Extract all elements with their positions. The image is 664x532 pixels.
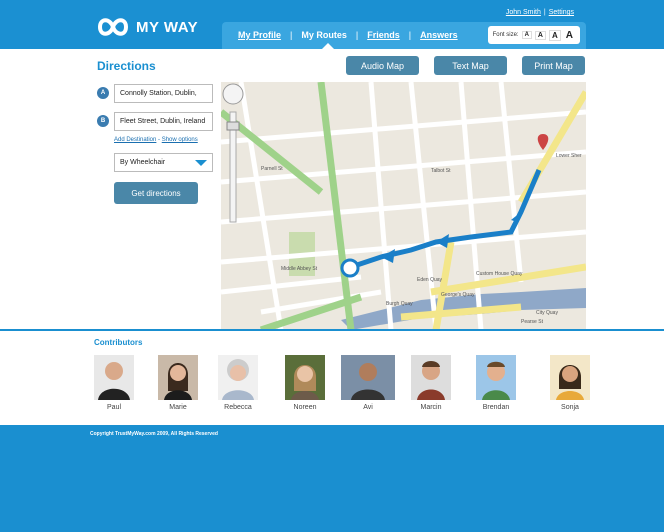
audio-map-button[interactable]: Audio Map — [346, 56, 419, 75]
contributor-card[interactable]: Noreen — [275, 355, 335, 411]
start-pin-icon — [537, 134, 549, 150]
contributor-name: Brendan — [482, 404, 510, 411]
main-nav: My Profile | My Routes | Friends | Answe… — [222, 22, 586, 49]
contributor-name: Avi — [363, 404, 373, 411]
avatar — [94, 355, 134, 400]
map-canvas: Custom House Quay Eden Quay George's Qua… — [221, 82, 586, 330]
add-destination-link[interactable]: Add Destination — [114, 137, 156, 143]
copyright-text: Copyright TrustMyWay.com 2009, All Right… — [90, 431, 218, 437]
avatar — [476, 355, 516, 400]
settings-link[interactable]: Settings — [549, 9, 574, 16]
contributor-name: Marie — [169, 404, 187, 411]
chevron-down-icon — [195, 159, 207, 166]
contributor-card[interactable]: Paul — [84, 355, 144, 411]
directions-panel: Directions Audio Map Text Map Print Map … — [0, 49, 664, 330]
font-size-large-button[interactable]: A — [564, 30, 575, 41]
avatar — [285, 355, 325, 400]
nav-answers[interactable]: Answers — [420, 30, 458, 40]
route-option-links: Add Destination - Show options — [114, 137, 198, 143]
map-label: Parnell St — [261, 166, 283, 172]
map-label: Pearse St — [521, 319, 544, 325]
map-label: Custom House Quay — [476, 271, 523, 277]
travel-mode-value: By Wheelchair — [120, 159, 166, 166]
logo-icon — [97, 18, 129, 36]
zoom-handle[interactable] — [226, 121, 240, 131]
text-map-button[interactable]: Text Map — [434, 56, 507, 75]
nav-friends[interactable]: Friends — [367, 30, 400, 40]
font-size-smallest-button[interactable]: A — [521, 31, 532, 39]
user-link[interactable]: John Smith — [506, 9, 541, 16]
contributor-name: Rebecca — [224, 404, 252, 411]
nav-my-profile[interactable]: My Profile — [238, 30, 281, 40]
route-map[interactable]: Custom House Quay Eden Quay George's Qua… — [221, 82, 586, 330]
contributor-card[interactable]: Rebecca — [208, 355, 268, 411]
font-size-label: Font size: — [492, 32, 519, 38]
avatar — [411, 355, 451, 400]
contributor-card[interactable]: Marcin — [401, 355, 461, 411]
avatar — [550, 355, 590, 400]
map-label: Burgh Quay — [386, 301, 413, 307]
contributor-name: Sonja — [561, 404, 579, 411]
pan-control-icon[interactable] — [222, 83, 244, 105]
map-label: City Quay — [536, 310, 558, 316]
avatar — [158, 355, 198, 400]
show-options-link[interactable]: Show options — [162, 137, 198, 143]
map-label: Lower Sher — [556, 153, 582, 159]
green-roads — [221, 82, 363, 330]
brand-name: MY WAY — [136, 18, 199, 36]
contributor-name: Marcin — [420, 404, 442, 411]
start-address-input[interactable]: Connolly Station, Dublin, — [114, 84, 213, 103]
avatar — [218, 355, 258, 400]
contributors-section: Contributors Paul Marie Rebecca Noreen A… — [0, 331, 664, 425]
font-size-medium-button[interactable]: A — [548, 29, 561, 41]
start-marker-icon: A — [97, 87, 109, 99]
end-marker-icon: B — [97, 115, 109, 127]
travel-mode-select[interactable]: By Wheelchair — [114, 153, 213, 172]
contributor-card[interactable]: Marie — [148, 355, 208, 411]
brand-logo[interactable]: MY WAY — [96, 14, 198, 40]
contributor-card[interactable]: Avi — [338, 355, 398, 411]
site-header: MY WAY John Smith | Settings My Profile | … — [0, 0, 664, 49]
contributors-title: Contributors — [94, 338, 143, 347]
map-label: Talbot St — [431, 168, 451, 174]
print-map-button[interactable]: Print Map — [522, 56, 585, 75]
contributor-card[interactable]: Brendan — [466, 355, 526, 411]
font-size-small-button[interactable]: A — [534, 30, 546, 40]
page-title: Directions — [97, 59, 156, 73]
avatar — [341, 355, 395, 400]
map-label: Middle Abbey St — [281, 266, 318, 272]
end-address-input[interactable]: Fleet Street, Dublin, Ireland — [114, 112, 213, 131]
nav-my-routes[interactable]: My Routes — [301, 30, 347, 40]
destination-circle-icon — [340, 258, 360, 278]
font-size-control: Font size: A A A A — [487, 26, 580, 44]
contributor-card[interactable]: Sonja — [540, 355, 600, 411]
contributor-name: Noreen — [293, 404, 317, 411]
account-links: John Smith | Settings — [505, 9, 574, 16]
contributor-name: Paul — [106, 404, 121, 411]
get-directions-button[interactable]: Get directions — [114, 182, 198, 204]
map-label: Eden Quay — [417, 277, 443, 283]
map-label: George's Quay — [441, 292, 475, 298]
